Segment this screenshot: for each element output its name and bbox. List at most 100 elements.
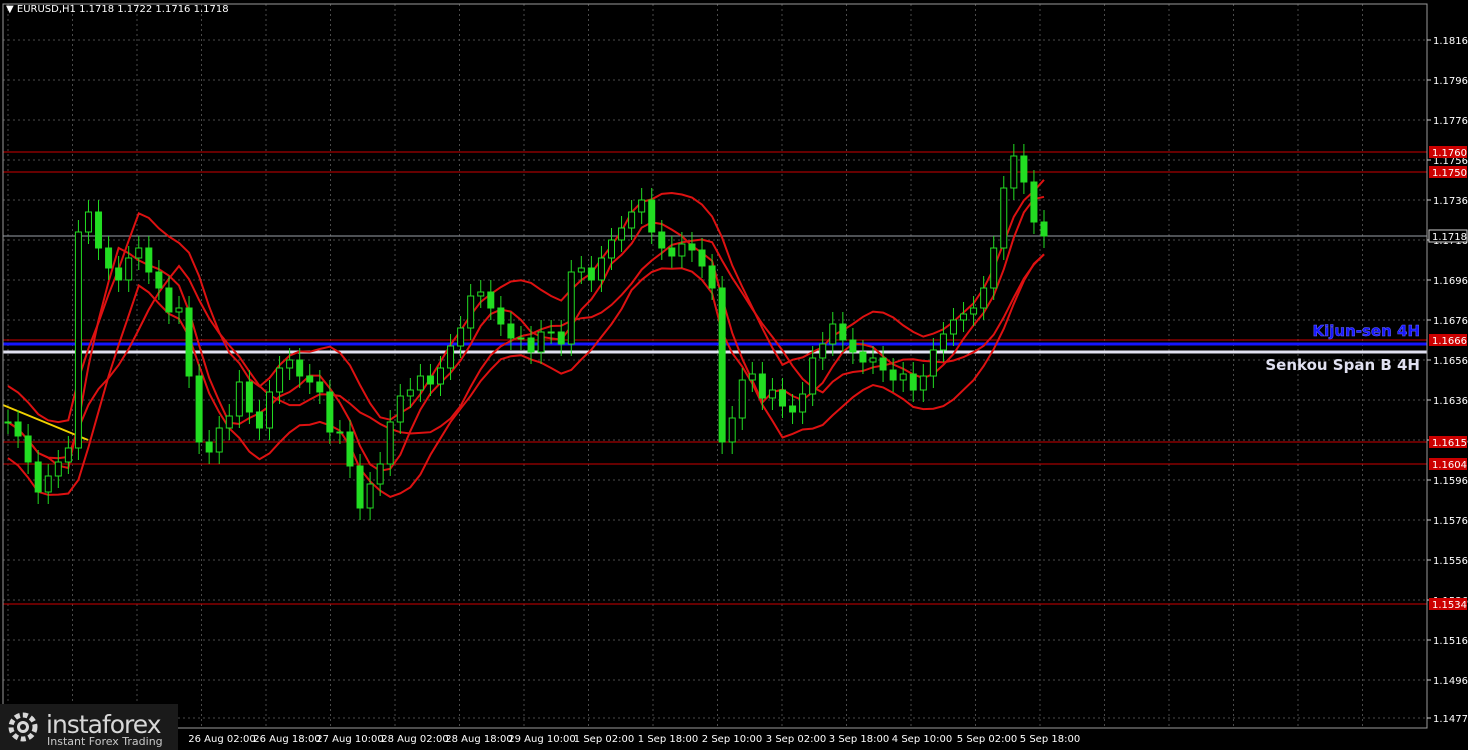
candle-body — [346, 431, 354, 467]
candle-body — [597, 257, 605, 281]
tenkan-line — [7, 195, 1045, 472]
candle-body — [145, 247, 153, 273]
kijun-sen-label: Kijun-sen 4H — [1313, 322, 1420, 340]
candle-body — [829, 323, 837, 345]
candle-body — [758, 373, 766, 399]
plot-frame — [2, 3, 1428, 729]
candle-body — [990, 247, 998, 289]
candle-body — [24, 435, 32, 463]
level-tag-label: 1.1666 — [1432, 336, 1467, 347]
candle-body — [738, 379, 746, 419]
candle-body — [195, 375, 203, 443]
candle-body — [326, 391, 334, 433]
x-tick-label: 26 Aug 18:00 — [253, 734, 320, 745]
indicator-lines — [2, 342, 1427, 441]
level-tag-label: 1.1604 — [1432, 460, 1467, 471]
candle-body — [628, 211, 636, 229]
upper-band — [7, 179, 1045, 424]
y-tick-label: 1.1696 — [1433, 276, 1468, 287]
chart-grid — [3, 4, 1427, 728]
candle-body — [970, 307, 978, 315]
candle-body — [949, 319, 957, 335]
candle-body — [215, 427, 223, 453]
x-tick-label: 5 Sep 18:00 — [1020, 734, 1080, 745]
candle-body — [859, 351, 867, 363]
instaforex-gear-logo-icon — [8, 712, 38, 742]
candle-body — [708, 265, 716, 289]
watermark-tagline: Instant Forex Trading — [47, 735, 163, 748]
candle-body — [255, 411, 263, 429]
y-tick-label: 1.1576 — [1433, 516, 1468, 527]
candle-body — [748, 373, 756, 381]
candle-body — [1040, 221, 1048, 237]
candle-body — [467, 295, 475, 329]
candle-body — [547, 331, 555, 334]
y-tick-label: 1.1656 — [1433, 356, 1468, 367]
candle-body — [4, 421, 12, 424]
candle-body — [225, 415, 233, 429]
candle-body — [115, 267, 123, 281]
price-chart[interactable]: 1.18161.17961.17761.17561.17361.17161.16… — [0, 0, 1468, 750]
candle-body — [839, 323, 847, 341]
ohlc-values: 1.1718 1.1722 1.1716 1.1718 — [79, 4, 229, 15]
menu-arrow-icon[interactable]: ▼ — [6, 4, 14, 15]
candle-body — [447, 345, 455, 369]
candle-body — [728, 417, 736, 443]
candle-body — [135, 247, 143, 259]
candle-body — [1000, 187, 1008, 249]
y-tick-label: 1.1816 — [1433, 36, 1468, 47]
x-tick-label: 1 Sep 18:00 — [638, 734, 698, 745]
candle-body — [869, 357, 877, 363]
candle-body — [638, 199, 646, 213]
senkou-span-b-label: Senkou Span B 4H — [1265, 356, 1420, 374]
level-lines — [3, 151, 1427, 605]
candle-body — [306, 375, 314, 383]
candle-body — [235, 381, 243, 417]
candle-body — [165, 287, 173, 313]
candle-body — [376, 463, 384, 485]
candle-body — [296, 359, 304, 377]
candle-body — [54, 461, 62, 477]
candle-body — [366, 483, 374, 509]
candle-body — [507, 323, 515, 339]
y-tick-label: 1.1796 — [1433, 76, 1468, 87]
y-tick-label: 1.1776 — [1433, 116, 1468, 127]
candle-body — [899, 373, 907, 381]
x-tick-label: 4 Sep 10:00 — [892, 734, 952, 745]
candle-body — [809, 357, 817, 395]
candle-body — [658, 231, 666, 249]
candle-body — [406, 389, 414, 397]
candle-body — [939, 333, 947, 351]
candle-body — [889, 369, 897, 381]
y-tick-label: 1.1556 — [1433, 556, 1468, 567]
level-tag-label: 1.1760 — [1432, 148, 1467, 159]
y-tick-label: 1.1736 — [1433, 196, 1468, 207]
candle-body — [919, 375, 927, 391]
candle-body — [245, 381, 253, 413]
candle-body — [698, 249, 706, 267]
candle-body — [95, 211, 103, 249]
y-tick-label: 1.1676 — [1433, 316, 1468, 327]
y-tick-label: 1.1596 — [1433, 476, 1468, 487]
candle-body — [688, 243, 696, 251]
candle-body — [718, 287, 726, 443]
x-tick-label: 1 Sep 02:00 — [574, 734, 634, 745]
candle-body — [879, 357, 887, 371]
candle-body — [14, 421, 22, 437]
candle-body — [386, 421, 394, 465]
price-tags: 1.1760 1.1750 1.1666 1.1615 1.1604 1.1534 1.17… — [1265, 146, 1468, 611]
x-tick-label: 3 Sep 02:00 — [766, 734, 826, 745]
candle-body — [316, 381, 324, 393]
candle-body — [175, 307, 183, 313]
y-axis-labels: 1.18161.17961.17761.17561.17361.17161.16… — [1427, 36, 1468, 725]
candle-body — [960, 313, 968, 321]
candle-body — [768, 389, 776, 399]
x-tick-label: 26 Aug 02:00 — [188, 734, 255, 745]
candle-body — [557, 331, 565, 345]
candle-body — [517, 337, 525, 340]
candle-body — [437, 367, 445, 385]
candle-body — [155, 271, 163, 289]
candle-body — [678, 243, 686, 257]
candle-body — [286, 359, 294, 369]
candle-body — [1020, 155, 1028, 183]
